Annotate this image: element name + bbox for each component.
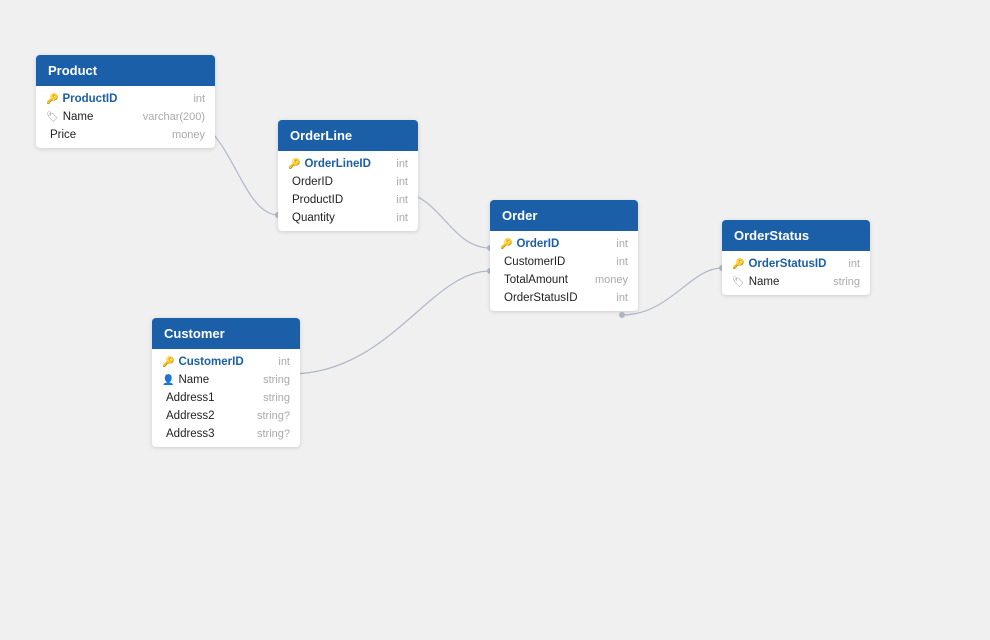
product-table-header: Product [36,55,215,86]
order-table-body: 🔑 OrderID int CustomerID int TotalAmount… [490,231,638,311]
field-row: TotalAmount money [490,271,638,289]
field-row: Address2 string? [152,407,300,425]
order-table[interactable]: Order 🔑 OrderID int CustomerID int Total… [490,200,638,311]
order-table-header: Order [490,200,638,231]
orderstatus-table-body: 🔑 OrderStatusID int 🏷 Name string [722,251,870,295]
field-row: 🏷 Name varchar(200) [36,108,215,126]
field-type: string [263,392,290,404]
field-type: int [616,256,628,268]
orderstatus-table-header: OrderStatus [722,220,870,251]
field-type: string [263,374,290,386]
field-type: string [833,276,860,288]
field-name: ProductID [62,93,142,105]
field-type: int [848,258,860,270]
person-icon: 👤 [162,375,174,386]
field-name: OrderStatusID [748,258,828,270]
field-type: varchar(200) [143,111,205,123]
field-type: money [595,274,628,286]
field-name: Address3 [166,428,246,440]
field-type: string? [257,410,290,422]
field-row: 🔑 OrderLineID int [278,155,418,173]
field-type: int [396,176,408,188]
field-type: int [396,194,408,206]
product-table[interactable]: Product 🔑 ProductID int 🏷 Name varchar(2… [36,55,215,148]
field-name: ProductID [292,194,372,206]
field-row: 🔑 ProductID int [36,90,215,108]
key-icon: 🔑 [500,239,512,250]
field-type: int [616,292,628,304]
orderline-table[interactable]: OrderLine 🔑 OrderLineID int OrderID int … [278,120,418,231]
field-type: string? [257,428,290,440]
field-name: Name [178,374,258,386]
tag-icon: 🏷 [732,277,745,288]
customer-table[interactable]: Customer 🔑 CustomerID int 👤 Name string … [152,318,300,447]
field-name: Name [63,111,143,123]
field-name: CustomerID [504,256,584,268]
field-name: Address2 [166,410,246,422]
tag-icon: 🏷 [46,112,59,123]
orderstatus-table[interactable]: OrderStatus 🔑 OrderStatusID int 🏷 Name s… [722,220,870,295]
field-type: int [193,93,205,105]
field-type: int [278,356,290,368]
orderline-table-header: OrderLine [278,120,418,151]
field-type: int [616,238,628,250]
field-row: OrderID int [278,173,418,191]
field-name: OrderID [516,238,596,250]
field-row: Address1 string [152,389,300,407]
field-row: ProductID int [278,191,418,209]
customer-table-header: Customer [152,318,300,349]
field-row: 🔑 OrderID int [490,235,638,253]
field-name: OrderID [292,176,372,188]
diagram-canvas: Product 🔑 ProductID int 🏷 Name varchar(2… [0,0,990,640]
field-row: 👤 Name string [152,371,300,389]
key-icon: 🔑 [288,159,300,170]
field-type: int [396,212,408,224]
field-row: CustomerID int [490,253,638,271]
field-name: OrderLineID [304,158,384,170]
field-type: int [396,158,408,170]
orderline-table-body: 🔑 OrderLineID int OrderID int ProductID … [278,151,418,231]
field-row: 🔑 OrderStatusID int [722,255,870,273]
product-table-body: 🔑 ProductID int 🏷 Name varchar(200) Pric… [36,86,215,148]
key-icon: 🔑 [162,357,174,368]
field-name: CustomerID [178,356,258,368]
field-name: Address1 [166,392,246,404]
customer-table-body: 🔑 CustomerID int 👤 Name string Address1 … [152,349,300,447]
field-name: OrderStatusID [504,292,584,304]
field-row: 🔑 CustomerID int [152,353,300,371]
field-row: Quantity int [278,209,418,227]
field-row: 🏷 Name string [722,273,870,291]
field-row: OrderStatusID int [490,289,638,307]
field-name: Price [50,129,130,141]
field-row: Address3 string? [152,425,300,443]
field-row: Price money [36,126,215,144]
field-name: Name [749,276,829,288]
field-name: Quantity [292,212,372,224]
field-type: money [172,129,205,141]
key-icon: 🔑 [46,94,58,105]
key-icon: 🔑 [732,259,744,270]
field-name: TotalAmount [504,274,584,286]
